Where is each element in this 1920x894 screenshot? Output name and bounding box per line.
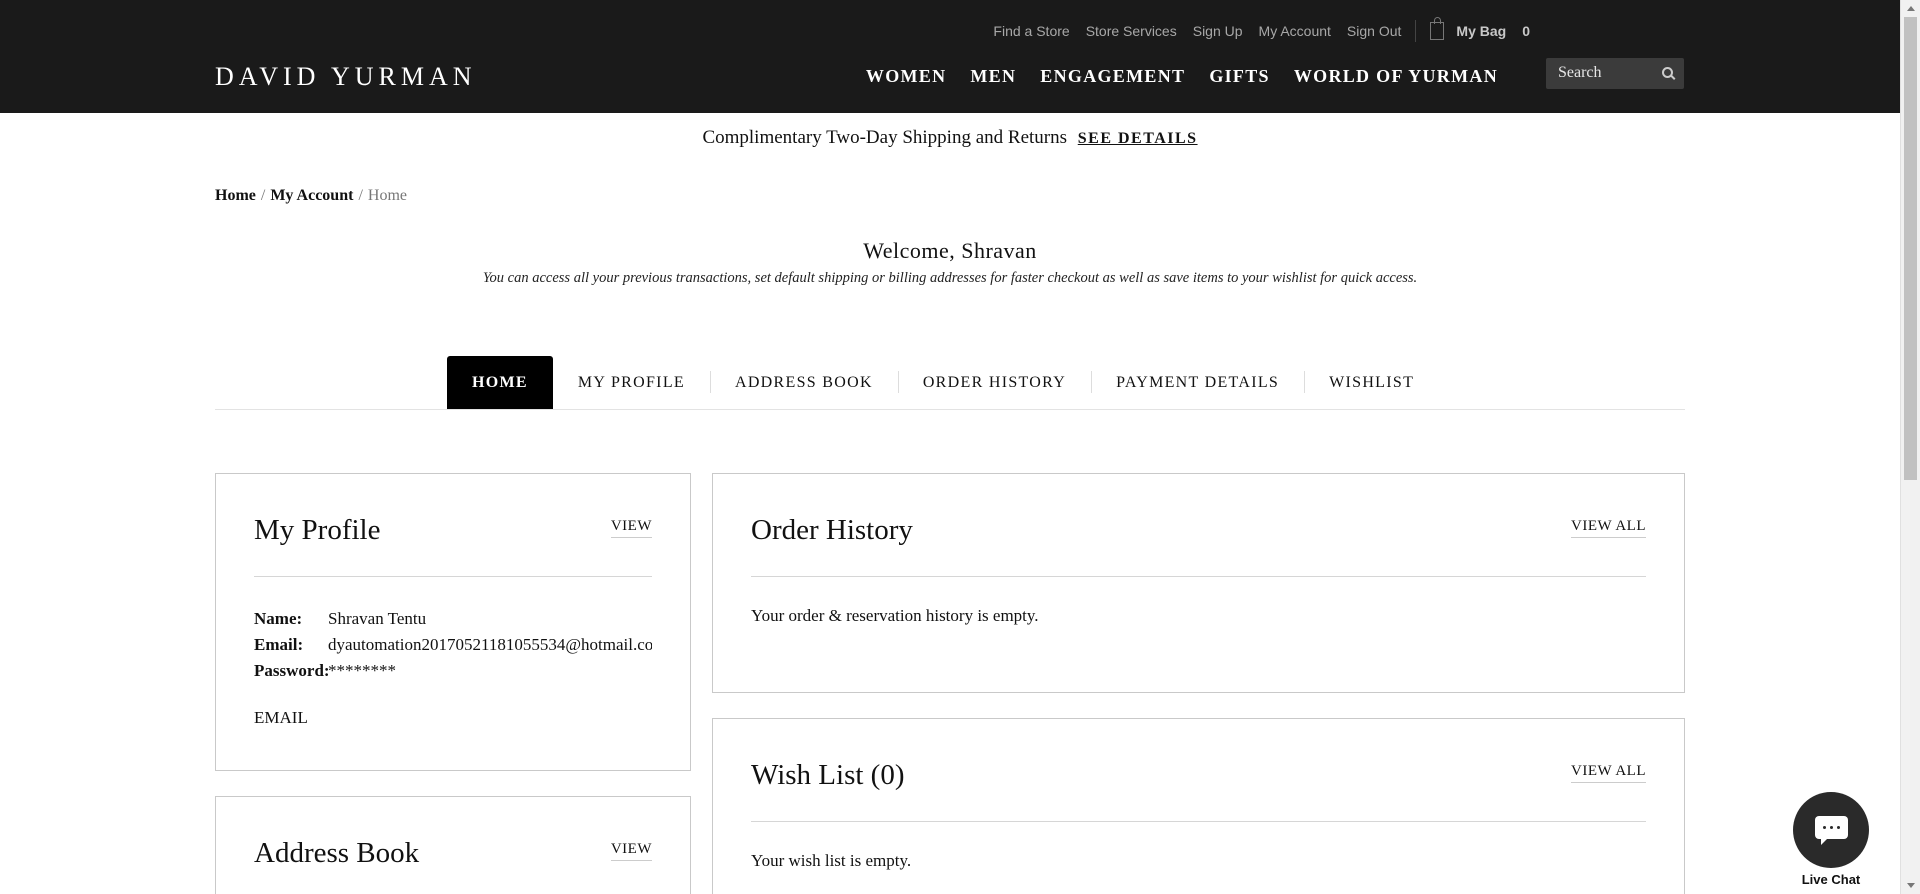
email-row: Email: dyautomation20170521181055534@hot… <box>254 632 652 658</box>
order-history-title: Order History <box>751 514 913 546</box>
breadcrumb-separator: / <box>358 187 363 204</box>
orders-view-all-link[interactable]: VIEW ALL <box>1571 518 1646 538</box>
wish-list-empty: Your wish list is empty. <box>751 851 912 870</box>
name-row: Name: Shravan Tentu <box>254 606 652 632</box>
bag-label: My Bag <box>1456 23 1507 39</box>
welcome-subtitle: You can access all your previous transac… <box>482 270 1418 286</box>
profile-view-link[interactable]: VIEW <box>610 518 652 538</box>
card-divider <box>751 821 1646 822</box>
wishlist-view-all-link[interactable]: VIEW ALL <box>1571 763 1646 783</box>
utility-divider <box>1415 20 1417 42</box>
tab-home[interactable]: HOME <box>447 356 553 410</box>
sign-out-link[interactable]: Sign Out <box>1347 23 1401 39</box>
profile-details: Name: Shravan Tentu Email: dyautomation2… <box>254 606 652 728</box>
password-row: Password: ******** <box>254 658 652 684</box>
nav-engagement[interactable]: ENGAGEMENT <box>1040 66 1185 87</box>
address-book-card: Address Book VIEW <box>215 796 691 894</box>
my-profile-title: My Profile <box>254 514 381 546</box>
search-placeholder: Search <box>1558 64 1602 81</box>
chat-icon[interactable] <box>1793 792 1869 868</box>
account-tabs: HOME MY PROFILE ADDRESS BOOK ORDER HISTO… <box>447 356 1439 410</box>
email-value: dyautomation20170521181055534@hotmail.co… <box>328 635 652 654</box>
scrollbar-thumb[interactable] <box>1904 17 1917 480</box>
main-nav: WOMEN MEN ENGAGEMENT GIFTS WORLD OF YURM… <box>842 66 1498 87</box>
search-icon[interactable] <box>1662 67 1673 78</box>
name-label: Name: <box>254 609 303 628</box>
promo-banner: Complimentary Two-Day Shipping and Retur… <box>0 127 1900 149</box>
nav-world-of-yurman[interactable]: WORLD OF YURMAN <box>1294 66 1498 87</box>
nav-gifts[interactable]: GIFTS <box>1209 66 1270 87</box>
breadcrumb: Home / My Account / Home <box>215 187 407 205</box>
see-details-link[interactable]: SEE DETAILS <box>1078 130 1198 147</box>
breadcrumb-my-account[interactable]: My Account <box>270 187 353 205</box>
store-services-link[interactable]: Store Services <box>1086 23 1177 39</box>
page-scrollbar[interactable] <box>1900 0 1920 894</box>
shopping-bag-icon <box>1430 17 1445 40</box>
card-divider <box>254 576 652 577</box>
promo-text: Complimentary Two-Day Shipping and Retur… <box>702 127 1067 148</box>
order-history-card: Order History VIEW ALL Your order & rese… <box>712 473 1685 693</box>
address-book-title: Address Book <box>254 837 420 869</box>
my-bag-button[interactable]: My Bag 0 <box>1430 17 1530 40</box>
site-header: Find a Store Store Services Sign Up My A… <box>0 0 1900 113</box>
my-account-link[interactable]: My Account <box>1259 23 1331 39</box>
nav-women[interactable]: WOMEN <box>866 66 947 87</box>
order-history-empty: Your order & reservation history is empt… <box>751 606 1039 625</box>
tab-order-history[interactable]: ORDER HISTORY <box>897 356 1091 410</box>
card-divider <box>751 576 1646 577</box>
breadcrumb-home[interactable]: Home <box>215 187 256 205</box>
tab-address-book[interactable]: ADDRESS BOOK <box>709 356 898 410</box>
tab-my-profile[interactable]: MY PROFILE <box>553 356 710 410</box>
sign-up-link[interactable]: Sign Up <box>1193 23 1243 39</box>
live-chat-label: Live Chat <box>1801 872 1861 887</box>
find-a-store-link[interactable]: Find a Store <box>993 23 1069 39</box>
live-chat-button[interactable]: Live Chat <box>1792 792 1870 887</box>
site-logo[interactable]: DAVID YURMAN <box>215 62 477 92</box>
tabs-divider <box>215 409 1685 410</box>
email-preferences-link[interactable]: EMAIL <box>254 708 308 728</box>
email-label: Email: <box>254 635 304 654</box>
password-value: ******** <box>328 661 396 680</box>
address-view-link[interactable]: VIEW <box>610 841 652 861</box>
breadcrumb-separator: / <box>260 187 266 204</box>
page-title: Welcome, Shravan <box>863 238 1037 263</box>
utility-nav: Find a Store Store Services Sign Up My A… <box>977 17 1530 42</box>
bag-count: 0 <box>1522 23 1530 39</box>
chat-bubble-icon <box>1815 816 1848 845</box>
tab-payment-details[interactable]: PAYMENT DETAILS <box>1091 356 1304 410</box>
scroll-down-arrow-icon[interactable] <box>1907 883 1915 888</box>
tab-wishlist[interactable]: WISHLIST <box>1304 356 1439 410</box>
my-profile-card: My Profile VIEW Name: Shravan Tentu Emai… <box>215 473 691 771</box>
welcome-section: Welcome, Shravan You can access all your… <box>0 238 1900 287</box>
name-value: Shravan Tentu <box>328 609 427 628</box>
password-label: Password: <box>254 661 330 680</box>
scroll-up-arrow-icon[interactable] <box>1907 6 1915 11</box>
wish-list-title: Wish List (0) <box>751 759 905 791</box>
breadcrumb-current: Home <box>367 187 407 204</box>
wish-list-card: Wish List (0) VIEW ALL Your wish list is… <box>712 718 1685 894</box>
search-input[interactable]: Search <box>1546 58 1684 89</box>
nav-men[interactable]: MEN <box>970 66 1016 87</box>
